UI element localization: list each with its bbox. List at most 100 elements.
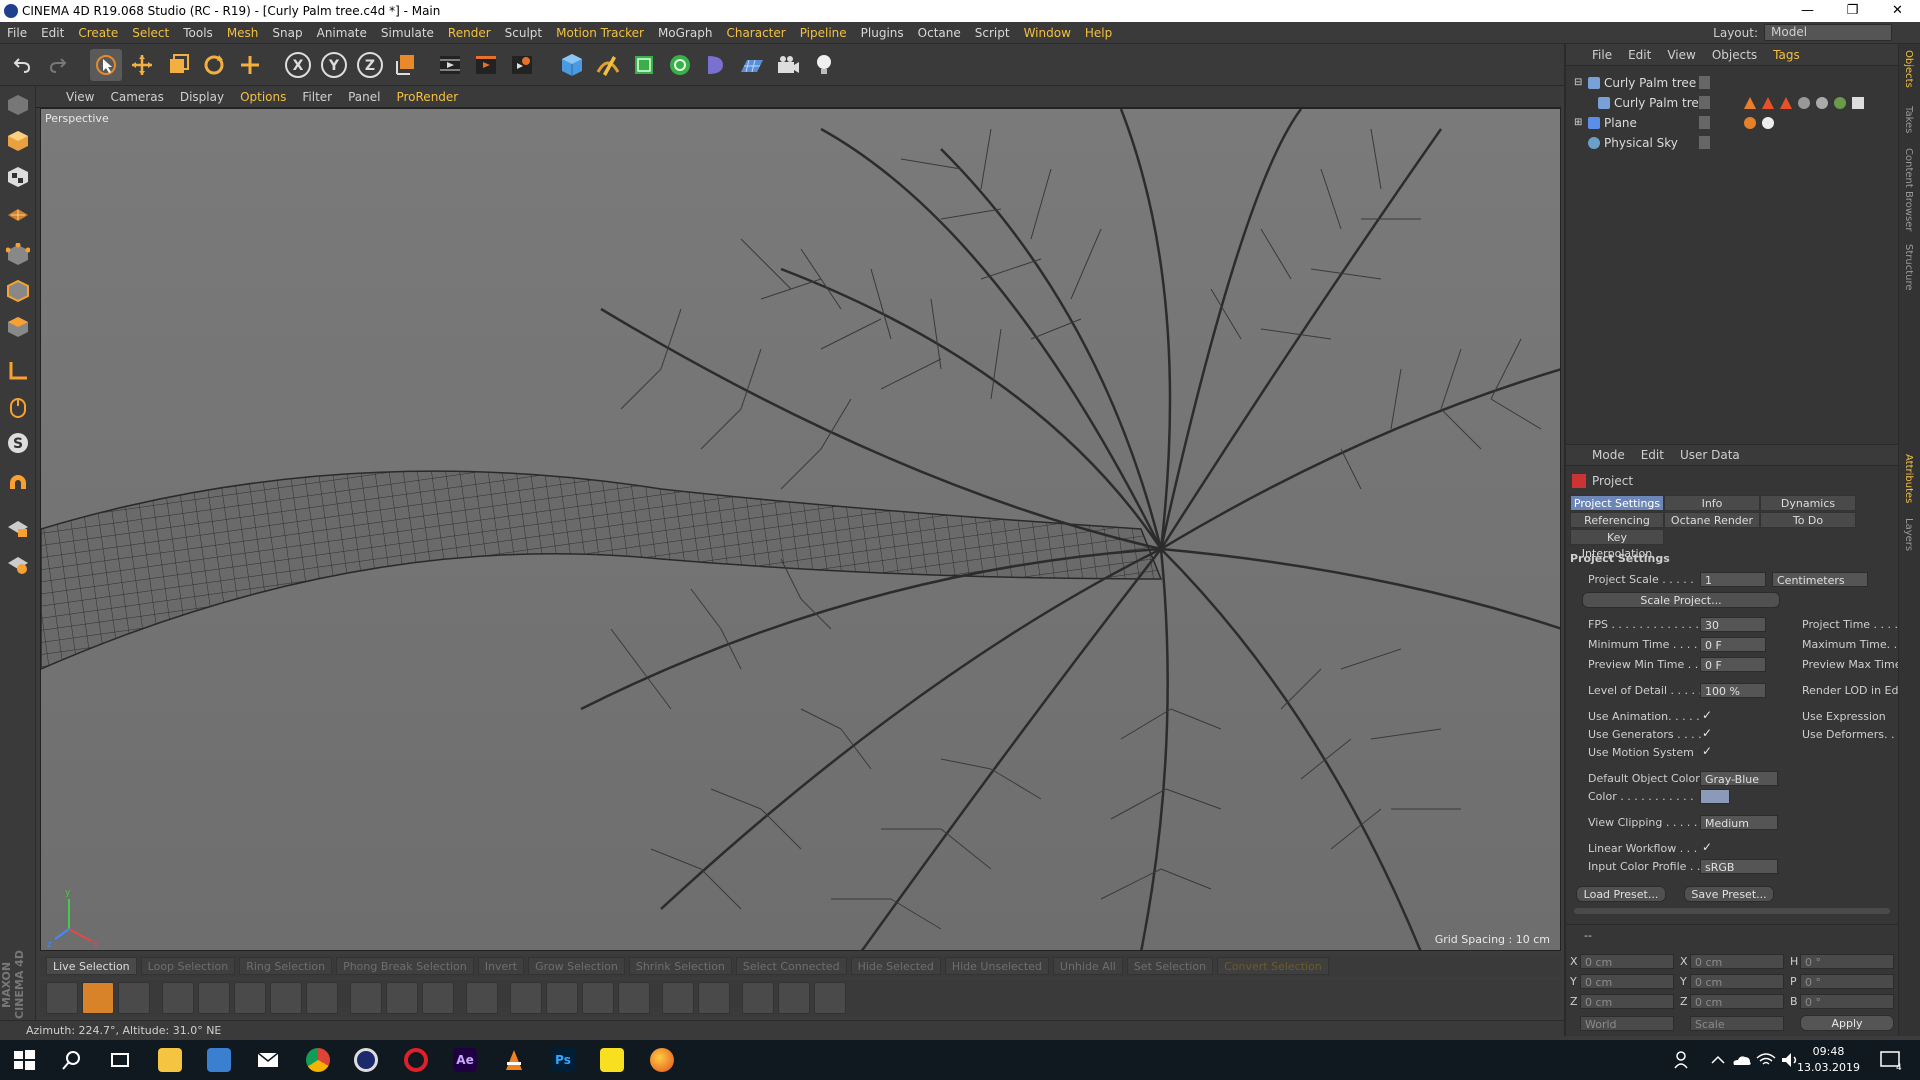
size-z-input[interactable]: 0 cm <box>1690 994 1784 1009</box>
menu-help[interactable]: Help <box>1078 26 1119 40</box>
sticky-notes-icon[interactable] <box>600 1048 624 1072</box>
load-preset-button[interactable]: Load Preset... <box>1576 886 1666 902</box>
texture-tag-icon[interactable] <box>1798 97 1810 109</box>
locked-workplane-icon[interactable] <box>3 548 33 578</box>
position-z-input[interactable]: 0 cm <box>1580 994 1674 1009</box>
layers-side-tab[interactable]: Layers <box>1903 518 1914 551</box>
z-axis-lock-icon[interactable]: Z <box>354 49 386 81</box>
action-center-icon[interactable]: 4 <box>1878 1048 1902 1073</box>
tweak-mode-icon[interactable] <box>3 392 33 422</box>
object-row[interactable]: ⊟ Curly Palm tree <box>1566 73 1898 93</box>
show-hidden-icons-icon[interactable] <box>1706 1048 1730 1072</box>
objects-menu-tags[interactable]: Tags <box>1765 48 1808 62</box>
size-x-input[interactable]: 0 cm <box>1690 954 1784 969</box>
store-icon[interactable] <box>207 1048 231 1072</box>
menu-motion-tracker[interactable]: Motion Tracker <box>549 26 651 40</box>
viewport-menu-display[interactable]: Display <box>172 90 232 104</box>
system-clock[interactable]: 09:48 13.03.2019 <box>1797 1044 1860 1076</box>
tab-referencing[interactable]: Referencing <box>1570 512 1664 528</box>
object-row[interactable]: Physical Sky <box>1566 133 1898 153</box>
maximize-button[interactable]: ❐ <box>1830 0 1875 22</box>
linear-workflow-checkbox[interactable]: ✓ <box>1702 840 1712 854</box>
preview-min-time-input[interactable]: 0 F <box>1700 657 1766 672</box>
points-mode-icon[interactable] <box>3 240 33 270</box>
render-view-icon[interactable] <box>434 49 466 81</box>
live-selection-icon[interactable] <box>90 49 122 81</box>
content-browser-side-tab[interactable]: Content Browser <box>1903 148 1914 231</box>
pen-spline-icon[interactable] <box>592 49 624 81</box>
menu-edit[interactable]: Edit <box>34 26 71 40</box>
scale-project-button[interactable]: Scale Project... <box>1582 592 1780 608</box>
light-icon[interactable] <box>808 49 840 81</box>
chrome-icon[interactable] <box>306 1048 330 1072</box>
iron-tool-icon[interactable] <box>118 982 150 1014</box>
menu-sculpt[interactable]: Sculpt <box>498 26 549 40</box>
save-preset-button[interactable]: Save Preset... <box>1684 886 1774 902</box>
select-connected-button[interactable]: Select Connected <box>735 957 847 975</box>
menu-file[interactable]: File <box>0 26 34 40</box>
menu-select[interactable]: Select <box>125 26 176 40</box>
tab-to-do[interactable]: To Do <box>1760 512 1856 528</box>
subdivision-surface-icon[interactable] <box>628 49 660 81</box>
subdivide-icon[interactable] <box>778 982 810 1014</box>
shrink-selection-button[interactable]: Shrink Selection <box>628 957 732 975</box>
photoshop-icon[interactable]: Ps <box>551 1048 575 1072</box>
file-explorer-icon[interactable] <box>158 1048 182 1072</box>
object-row[interactable]: ⊞ Plane <box>1566 113 1898 133</box>
menu-simulate[interactable]: Simulate <box>374 26 441 40</box>
coordinate-system-icon[interactable] <box>390 49 422 81</box>
menu-snap[interactable]: Snap <box>265 26 309 40</box>
position-y-input[interactable]: 0 cm <box>1580 974 1674 989</box>
slide-tool-icon[interactable] <box>422 982 454 1014</box>
viewport-menu-options[interactable]: Options <box>232 90 294 104</box>
vlc-icon[interactable] <box>502 1048 526 1072</box>
visibility-toggle-icon[interactable] <box>1699 96 1710 109</box>
objects-menu-edit[interactable]: Edit <box>1620 48 1659 62</box>
edit-render-settings-icon[interactable] <box>506 49 538 81</box>
optimize-tool-icon[interactable] <box>582 982 614 1014</box>
objects-menu-view[interactable]: View <box>1659 48 1703 62</box>
texture-tag-icon[interactable] <box>1816 97 1828 109</box>
menu-animate[interactable]: Animate <box>310 26 374 40</box>
redo-icon[interactable] <box>42 49 74 81</box>
workplane-lock-icon[interactable] <box>3 512 33 542</box>
use-generators-checkbox[interactable]: ✓ <box>1702 726 1712 740</box>
render-picture-viewer-icon[interactable] <box>470 49 502 81</box>
tab-project-settings[interactable]: Project Settings <box>1570 495 1664 511</box>
material-tag-icon[interactable] <box>1744 117 1756 129</box>
live-selection-button[interactable]: Live Selection <box>46 957 137 975</box>
edges-mode-icon[interactable] <box>3 276 33 306</box>
material-tag-icon[interactable] <box>1762 117 1774 129</box>
tab-octane-render[interactable]: Octane Render <box>1664 512 1760 528</box>
people-icon[interactable] <box>1672 1048 1696 1072</box>
magnet-icon[interactable] <box>3 472 33 502</box>
knife-tool-icon[interactable] <box>46 982 78 1014</box>
menu-window[interactable]: Window <box>1017 26 1078 40</box>
material-tag-icon[interactable] <box>1762 97 1774 109</box>
snap-icon[interactable]: S <box>3 428 33 458</box>
takes-side-tab[interactable]: Takes <box>1903 106 1914 133</box>
ring-selection-button[interactable]: Ring Selection <box>239 957 333 975</box>
unhide-all-button[interactable]: Unhide All <box>1052 957 1123 975</box>
horizontal-scrollbar[interactable] <box>1574 908 1890 914</box>
opera-icon[interactable] <box>404 1048 428 1072</box>
task-view-icon[interactable] <box>108 1048 132 1072</box>
color-swatch[interactable] <box>1700 789 1730 804</box>
model-mode-icon[interactable] <box>3 126 33 156</box>
level-of-detail-input[interactable]: 100 % <box>1700 683 1766 698</box>
menu-mograph[interactable]: MoGraph <box>651 26 720 40</box>
make-editable-icon[interactable] <box>3 90 33 120</box>
menu-mesh[interactable]: Mesh <box>220 26 266 40</box>
collapse-toggle-icon[interactable]: ⊟ <box>1574 73 1582 93</box>
menu-create[interactable]: Create <box>71 26 125 40</box>
use-motion-system-checkbox[interactable]: ✓ <box>1702 744 1712 758</box>
project-scale-input[interactable]: 1 <box>1700 572 1766 587</box>
viewport-menu-cameras[interactable]: Cameras <box>102 90 171 104</box>
menu-character[interactable]: Character <box>719 26 792 40</box>
rotation-h-input[interactable]: 0 ° <box>1800 954 1894 969</box>
minimize-button[interactable]: — <box>1785 0 1830 22</box>
extrude-tool-icon[interactable] <box>234 982 266 1014</box>
visibility-toggle-icon[interactable] <box>1699 116 1710 129</box>
polygon-pen-icon[interactable] <box>386 982 418 1014</box>
mirror-tool-icon[interactable] <box>662 982 694 1014</box>
